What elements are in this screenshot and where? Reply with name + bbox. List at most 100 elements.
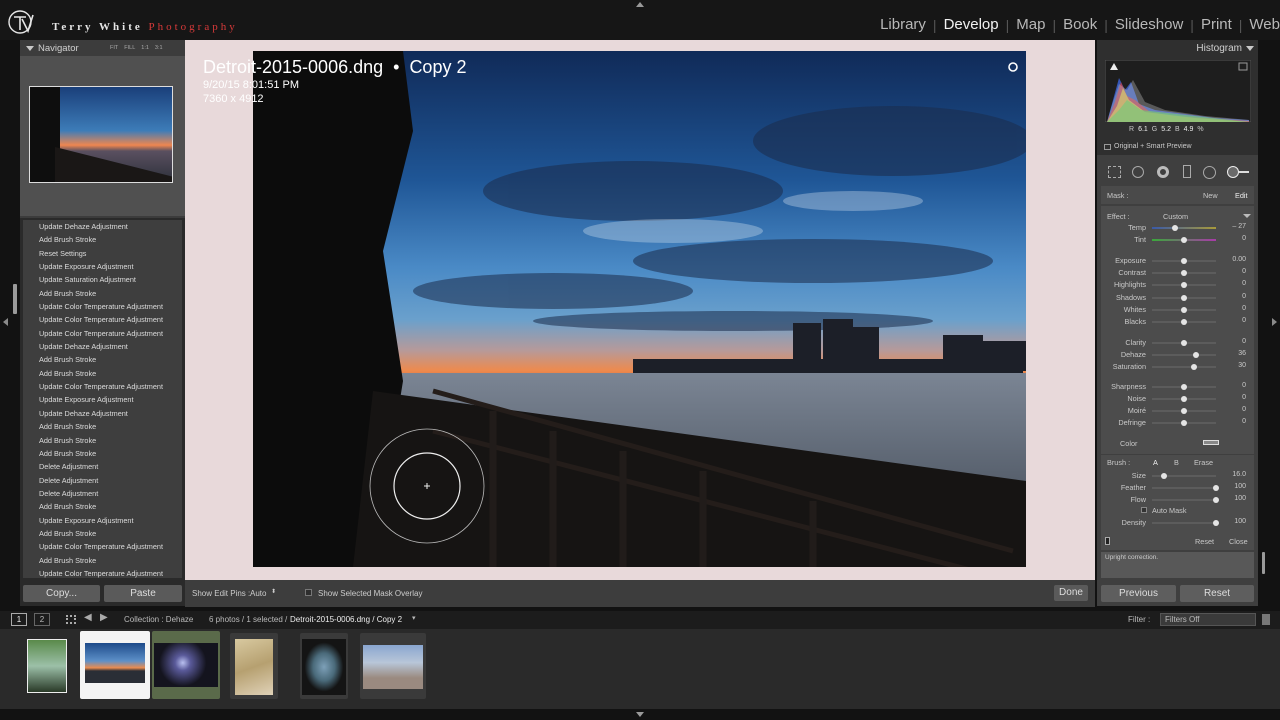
slider-knob[interactable] xyxy=(1181,396,1187,402)
adjustment-slider[interactable] xyxy=(1152,225,1216,231)
brush-erase-tab[interactable]: Erase xyxy=(1194,458,1213,467)
zoom-1-1[interactable]: 1:1 xyxy=(141,45,149,51)
history-item[interactable]: Delete Adjustment xyxy=(23,460,182,473)
module-map[interactable]: Map xyxy=(1009,16,1052,33)
panel-switch-icon[interactable] xyxy=(1105,537,1110,545)
zoom-fill[interactable]: FILL xyxy=(124,45,135,51)
mask-new-button[interactable]: New xyxy=(1203,191,1218,200)
adjustment-slider[interactable] xyxy=(1152,364,1216,370)
collapse-top-panel-icon[interactable] xyxy=(636,2,644,7)
filter-select[interactable]: Filters Off xyxy=(1160,613,1256,626)
collapse-left-panel-icon[interactable] xyxy=(3,318,8,326)
crop-tool-icon[interactable] xyxy=(1108,166,1121,178)
history-item[interactable]: Add Brush Stroke xyxy=(23,434,182,447)
spot-removal-tool-icon[interactable] xyxy=(1132,166,1144,178)
film-thumb[interactable] xyxy=(15,633,73,699)
adjustment-value[interactable]: 0 xyxy=(1216,317,1246,324)
slider-knob[interactable] xyxy=(1181,258,1187,264)
brush-param-slider[interactable] xyxy=(1152,497,1219,503)
slider-knob[interactable] xyxy=(1181,270,1187,276)
adjustment-value[interactable]: – 27 xyxy=(1216,223,1246,230)
left-panel-scrollbar[interactable] xyxy=(13,284,17,314)
brush-b-tab[interactable]: B xyxy=(1174,458,1179,467)
graduated-filter-tool-icon[interactable] xyxy=(1183,165,1191,178)
back-arrow-icon[interactable]: ◀ xyxy=(84,612,92,623)
adjustment-value[interactable]: 36 xyxy=(1216,350,1246,357)
panel-close-button[interactable]: Close xyxy=(1229,537,1248,546)
history-item[interactable]: Update Exposure Adjustment xyxy=(23,260,182,273)
adjustment-value[interactable]: 0 xyxy=(1216,394,1246,401)
slider-knob[interactable] xyxy=(1181,282,1187,288)
adjustment-value[interactable]: 0 xyxy=(1216,406,1246,413)
zoom-3-1[interactable]: 3:1 xyxy=(155,45,163,51)
slider-knob[interactable] xyxy=(1181,420,1187,426)
filter-lock-icon[interactable] xyxy=(1262,614,1270,625)
slider-knob[interactable] xyxy=(1192,352,1199,358)
adjustment-value[interactable]: 0 xyxy=(1216,418,1246,425)
collapse-right-panel-icon[interactable] xyxy=(1272,318,1277,326)
right-panel-scrollbar[interactable] xyxy=(1262,552,1265,574)
adjustment-value[interactable]: 0 xyxy=(1216,338,1246,345)
zoom-fit[interactable]: FIT xyxy=(110,45,118,51)
brush-param-value[interactable]: 16.0 xyxy=(1216,471,1246,478)
color-swatch[interactable] xyxy=(1203,440,1219,445)
film-thumb[interactable] xyxy=(360,633,426,699)
history-item[interactable]: Update Color Temperature Adjustment xyxy=(23,567,182,578)
red-eye-tool-icon[interactable] xyxy=(1157,166,1169,178)
film-thumb[interactable] xyxy=(300,633,348,699)
adjustment-slider[interactable] xyxy=(1152,319,1216,325)
adjustment-value[interactable]: 0 xyxy=(1216,382,1246,389)
histogram-collapse-icon[interactable] xyxy=(1246,46,1254,51)
slider-knob[interactable] xyxy=(1181,408,1187,414)
history-item[interactable]: Update Exposure Adjustment xyxy=(23,393,182,406)
brush-param-slider[interactable] xyxy=(1152,520,1219,526)
history-item[interactable]: Add Brush Stroke xyxy=(23,367,182,380)
brush-a-tab[interactable]: A xyxy=(1153,458,1158,467)
history-item[interactable]: Add Brush Stroke xyxy=(23,233,182,246)
history-item[interactable]: Update Color Temperature Adjustment xyxy=(23,300,182,313)
copy-settings-button[interactable]: Copy... xyxy=(23,585,100,602)
film-thumb[interactable] xyxy=(152,631,220,699)
slider-knob[interactable] xyxy=(1181,307,1187,313)
panel-reset-button[interactable]: Reset xyxy=(1195,537,1214,546)
history-item[interactable]: Update Color Temperature Adjustment xyxy=(23,327,182,340)
history-item[interactable]: Add Brush Stroke xyxy=(23,447,182,460)
adjustment-slider[interactable] xyxy=(1152,307,1216,313)
history-list[interactable]: Update Dehaze Adjustment Add Brush Stroke… xyxy=(23,220,182,578)
slider-knob[interactable] xyxy=(1160,473,1167,479)
adjustment-value[interactable]: 0 xyxy=(1216,235,1246,242)
brush-param-value[interactable]: 100 xyxy=(1216,518,1246,525)
slider-knob[interactable] xyxy=(1181,384,1187,390)
slider-knob[interactable] xyxy=(1172,225,1179,231)
adjustment-value[interactable]: 0 xyxy=(1216,280,1246,287)
develop-canvas[interactable]: Detroit-2015-0006.dng • Copy 2 9/20/15 8… xyxy=(185,40,1095,607)
module-book[interactable]: Book xyxy=(1056,16,1104,33)
history-item[interactable]: Add Brush Stroke xyxy=(23,527,182,540)
film-thumb[interactable] xyxy=(230,633,278,699)
auto-mask-checkbox[interactable] xyxy=(1141,507,1147,513)
adjustment-value[interactable]: 0.00 xyxy=(1216,256,1246,263)
brush-param-slider[interactable] xyxy=(1152,485,1219,491)
history-item[interactable]: Delete Adjustment xyxy=(23,487,182,500)
effect-preset-select[interactable]: Custom xyxy=(1163,212,1188,221)
adjustment-slider[interactable] xyxy=(1152,420,1216,426)
adjustment-slider[interactable] xyxy=(1152,396,1216,402)
forward-arrow-icon[interactable]: ▶ xyxy=(100,612,108,623)
mask-edit-button[interactable]: Edit xyxy=(1235,191,1248,200)
module-slideshow[interactable]: Slideshow xyxy=(1108,16,1190,33)
brush-param-value[interactable]: 100 xyxy=(1216,495,1246,502)
slider-knob[interactable] xyxy=(1181,237,1187,243)
navigator-preview[interactable] xyxy=(29,86,173,183)
module-develop[interactable]: Develop xyxy=(937,16,1006,33)
module-web[interactable]: Web xyxy=(1242,16,1280,33)
history-item[interactable]: Add Brush Stroke xyxy=(23,420,182,433)
second-window-button[interactable]: 2 xyxy=(34,613,50,626)
history-item[interactable]: Add Brush Stroke xyxy=(23,353,182,366)
collapse-filmstrip-icon[interactable] xyxy=(636,712,644,717)
show-edit-pins-select[interactable]: Auto xyxy=(250,589,266,598)
adjustment-value[interactable]: 30 xyxy=(1216,362,1246,369)
history-item[interactable]: Reset Settings xyxy=(23,247,182,260)
adjustment-slider[interactable] xyxy=(1152,258,1216,264)
module-library[interactable]: Library xyxy=(873,16,933,33)
paste-settings-button[interactable]: Paste xyxy=(104,585,182,602)
